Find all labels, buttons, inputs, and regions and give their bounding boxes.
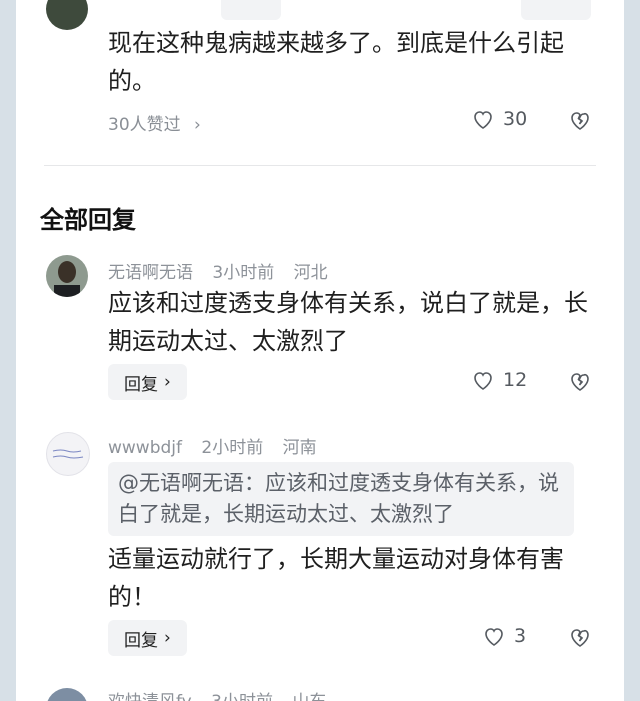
reply-text: 应该和过度透支身体有关系，说白了就是，长期运动太过、太激烈了 <box>108 289 588 355</box>
avatar[interactable] <box>46 432 90 476</box>
reply-button[interactable]: 回复 › <box>108 364 187 400</box>
comment-thread-card: 现在这种鬼病越来越多了。到底是什么引起的。 30人赞过 › 30 全部回复 无语… <box>16 0 624 701</box>
chevron-right-icon: › <box>194 115 201 135</box>
reply-text: 适量运动就行了，长期大量运动对身体有害的！ <box>108 545 564 611</box>
username[interactable]: 无语啊无语 <box>108 263 193 283</box>
broken-heart-icon[interactable] <box>568 370 592 392</box>
top-chip-left <box>221 0 281 20</box>
like-count: 12 <box>503 369 528 391</box>
location: 河北 <box>293 263 328 283</box>
reply-meta: wwwbdjf 2小时前 河南 <box>108 433 331 458</box>
quoted-reply[interactable]: @无语啊无语：应该和过度透支身体有关系，说白了就是，长期运动太过、太激烈了 <box>108 462 574 536</box>
broken-heart-icon[interactable] <box>568 626 592 648</box>
chevron-right-icon: › <box>164 372 171 392</box>
avatar-icon <box>52 449 84 459</box>
username[interactable]: wwwbdjf <box>108 438 182 458</box>
location: 山东 <box>292 692 326 701</box>
username[interactable]: 欢快清风fy <box>108 692 192 701</box>
top-comment-text: 现在这种鬼病越来越多了。到底是什么引起的。 <box>108 29 564 95</box>
timestamp: 3小时前 <box>211 692 273 701</box>
heart-icon <box>474 372 492 390</box>
timestamp: 2小时前 <box>201 438 264 458</box>
heart-icon <box>474 111 492 129</box>
liked-summary-link[interactable]: 30人赞过 › <box>108 110 201 135</box>
top-chip-right <box>521 0 591 20</box>
reply-button[interactable]: 回复 › <box>108 620 187 656</box>
section-title: 全部回复 <box>40 206 136 234</box>
top-comment-avatar[interactable] <box>46 0 88 30</box>
like-count: 3 <box>514 625 527 647</box>
reply-button-label: 回复 <box>124 630 158 651</box>
top-like-count: 30 <box>503 108 528 130</box>
avatar-icon <box>46 255 88 297</box>
reply-meta: 欢快清风fy 3小时前 山东 <box>108 687 340 701</box>
like-button[interactable]: 12 <box>471 369 527 391</box>
top-like-button[interactable]: 30 <box>471 108 527 130</box>
timestamp: 3小时前 <box>212 263 275 283</box>
liked-summary-text: 30人赞过 <box>108 115 181 135</box>
broken-heart-icon[interactable] <box>568 109 592 131</box>
reply-meta: 无语啊无语 3小时前 河北 <box>108 258 342 283</box>
avatar[interactable] <box>46 255 88 297</box>
like-button[interactable]: 3 <box>482 625 526 647</box>
location: 河南 <box>282 438 317 458</box>
chevron-right-icon: › <box>164 628 171 648</box>
avatar[interactable] <box>46 688 88 701</box>
heart-icon <box>485 628 503 646</box>
reply-button-label: 回复 <box>124 374 158 395</box>
divider <box>44 165 596 166</box>
